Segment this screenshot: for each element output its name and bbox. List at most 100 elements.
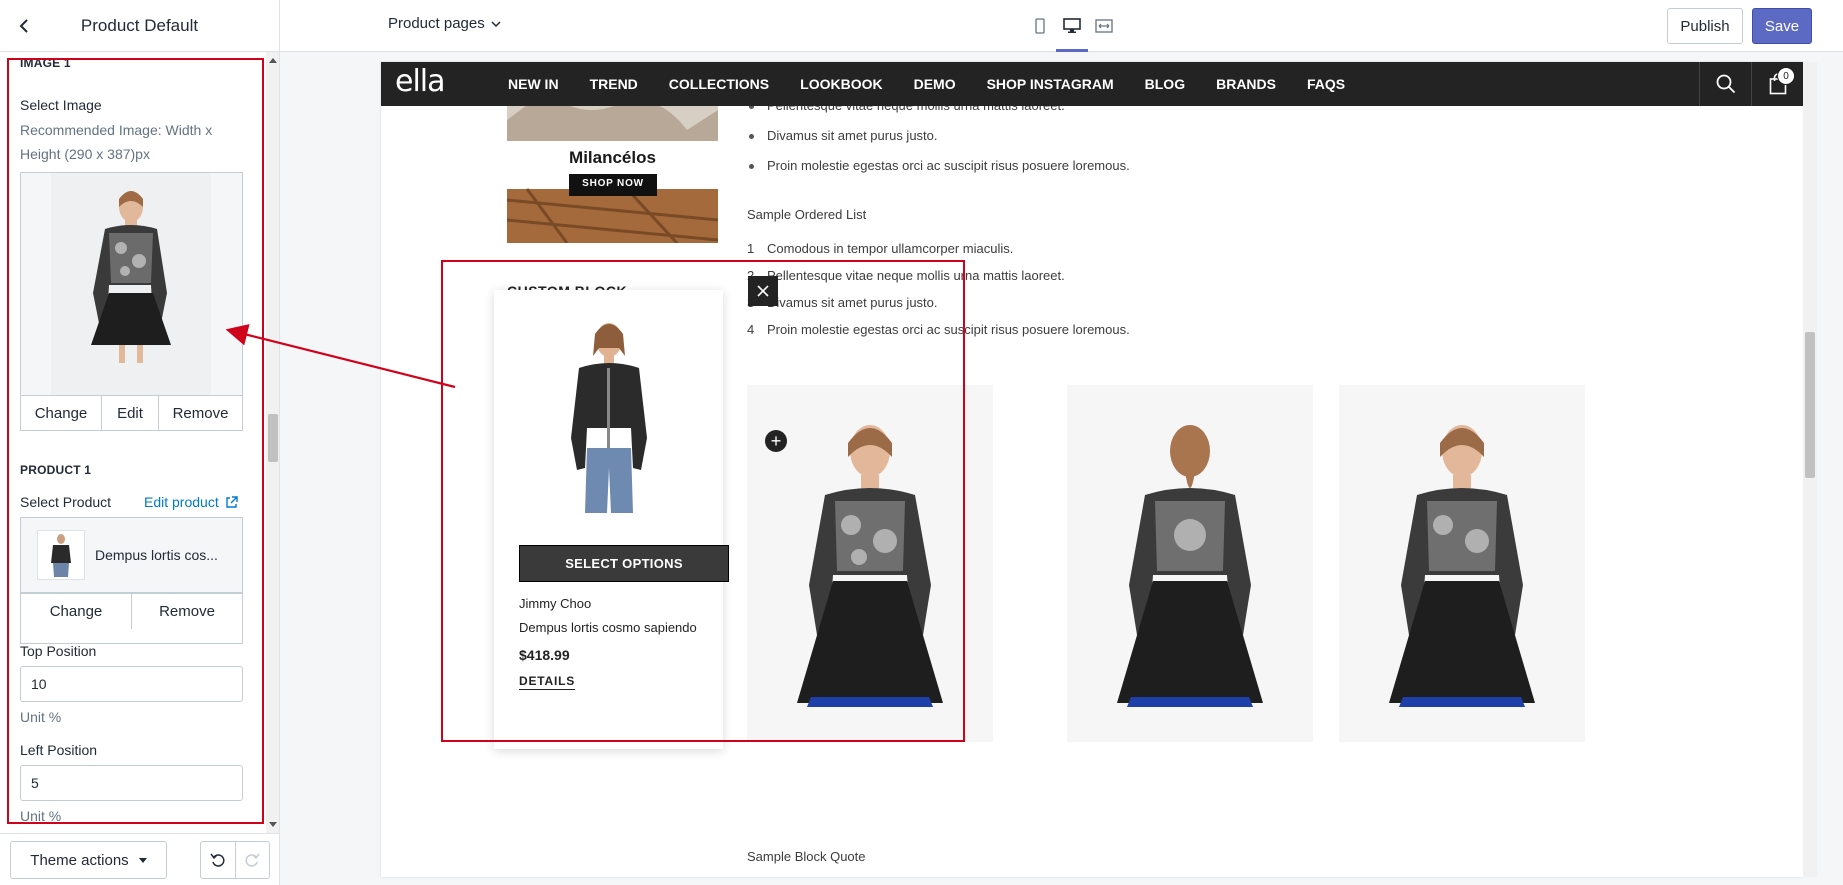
banner-cta[interactable]: SHOP NOW xyxy=(569,178,657,189)
scroll-down-arrow[interactable] xyxy=(269,822,277,827)
image-help-text-2: Height (290 x 387)px xyxy=(20,146,150,162)
back-button[interactable] xyxy=(12,14,36,38)
redo-button[interactable] xyxy=(236,842,270,878)
nav-item-collections[interactable]: COLLECTIONS xyxy=(669,76,769,92)
ordered-item-text: Proin molestie egestas orci ac suscipit … xyxy=(767,322,1130,337)
remove-product-button[interactable]: Remove xyxy=(132,594,242,629)
ordered-item-num: 1 xyxy=(747,241,755,256)
product-vendor: Jimmy Choo xyxy=(519,596,592,611)
page-type-selector[interactable]: Product pages xyxy=(388,15,501,32)
product-title[interactable]: Dempus lortis cosmo sapiendo xyxy=(519,620,697,635)
ordered-item-text: Pellentesque vitae neque mollis urna mat… xyxy=(767,268,1065,283)
banner-image[interactable]: Milancélos SHOP NOW xyxy=(507,90,718,243)
nav-item-blog[interactable]: BLOG xyxy=(1145,76,1185,92)
bullet-item-2: Divamus sit amet purus justo. xyxy=(747,128,938,143)
model-image xyxy=(51,173,211,395)
store-preview: Milancélos SHOP NOW Pellentesque vitae n… xyxy=(381,62,1803,877)
sidebar-footer: Theme actions xyxy=(0,833,280,885)
image-preview[interactable] xyxy=(20,172,243,396)
ordered-list-heading: Sample Ordered List xyxy=(747,207,867,222)
top-bar: Product Default Product pages Publish Sa… xyxy=(0,0,1843,52)
select-product-label: Select Product xyxy=(20,494,112,510)
store-logo[interactable]: ella xyxy=(395,64,446,99)
sidebar-content: IMAGE 1 Select Image Recommended Image: … xyxy=(0,52,266,833)
edit-image-button[interactable]: Edit xyxy=(102,396,159,430)
redo-icon xyxy=(245,853,260,867)
nav-item-lookbook[interactable]: LOOKBOOK xyxy=(800,76,882,92)
image-section-heading: IMAGE 1 xyxy=(20,56,71,70)
selected-product-info: Dempus lortis cos... xyxy=(21,518,242,593)
banner-title: Milancélos xyxy=(569,148,656,167)
ordered-item-1: 1 Comodous in tempor ullamcorper miaculis… xyxy=(747,241,1013,256)
image-actions: Change Edit Remove xyxy=(20,395,243,431)
theme-actions-label: Theme actions xyxy=(30,851,129,869)
full-width-view-button[interactable] xyxy=(1094,0,1114,52)
top-position-input[interactable] xyxy=(20,666,243,702)
product-model-image xyxy=(571,323,647,513)
sidebar-scroll-thumb[interactable] xyxy=(268,414,278,462)
search-button[interactable] xyxy=(1699,62,1751,106)
product-thumbnail xyxy=(37,530,85,580)
image-help-text-1: Recommended Image: Width x xyxy=(20,122,213,138)
sidebar-header: Product Default xyxy=(0,0,280,52)
left-position-input[interactable] xyxy=(20,765,243,801)
chevron-left-icon xyxy=(19,19,28,33)
scroll-up-arrow[interactable] xyxy=(269,58,277,63)
ordered-item-2: 2Pellentesque vitae neque mollis urna ma… xyxy=(747,268,1065,283)
product-popup: SELECT OPTIONS Jimmy Choo Dempus lortis … xyxy=(494,290,729,749)
sidebar-scrollbar[interactable] xyxy=(266,52,279,833)
model-front-image xyxy=(1389,425,1535,707)
nav-item-new-in[interactable]: NEW IN xyxy=(508,76,559,92)
nav-item-brands[interactable]: BRANDS xyxy=(1216,76,1276,92)
page-type-label: Product pages xyxy=(388,15,485,32)
save-button[interactable]: Save xyxy=(1752,8,1812,44)
bullet-item-3: Proin molestie egestas orci ac suscipit … xyxy=(747,158,1130,173)
selected-product-card: Dempus lortis cos... Change Remove xyxy=(20,517,243,644)
chevron-down-icon xyxy=(491,20,501,27)
close-icon xyxy=(757,285,769,297)
nav-actions: 0 xyxy=(1699,62,1803,106)
nav-item-faqs[interactable]: FAQS xyxy=(1307,76,1345,92)
details-link[interactable]: DETAILS xyxy=(519,674,576,690)
nav-menu: NEW IN TREND COLLECTIONS LOOKBOOK DEMO S… xyxy=(508,62,1376,106)
left-position-label: Left Position xyxy=(20,742,98,758)
lookbook-image-2[interactable] xyxy=(1067,385,1313,742)
ordered-item-text: Divamus sit amet purus justo. xyxy=(767,295,938,310)
caret-down-icon xyxy=(138,857,147,863)
undo-button[interactable] xyxy=(201,842,236,878)
preview-scrollbar[interactable] xyxy=(1803,62,1817,877)
ordered-item-4: 4 Proin molestie egestas orci ac suscipit… xyxy=(747,322,1130,337)
desktop-view-button[interactable] xyxy=(1056,0,1088,52)
change-product-button[interactable]: Change xyxy=(21,594,132,629)
fullscreen-icon xyxy=(1095,19,1113,33)
edit-product-label: Edit product xyxy=(144,494,219,510)
lookbook-image-3[interactable] xyxy=(1339,385,1585,742)
model-back-image xyxy=(1117,425,1263,707)
undo-redo-group xyxy=(200,841,270,879)
preview-scroll-thumb[interactable] xyxy=(1805,332,1815,478)
ordered-item-num: 4 xyxy=(747,322,755,337)
cart-button[interactable]: 0 xyxy=(1751,62,1803,106)
nav-item-trend[interactable]: TREND xyxy=(590,76,638,92)
product-hotspot-button[interactable]: + xyxy=(765,430,787,452)
remove-image-button[interactable]: Remove xyxy=(159,396,242,430)
ordered-item-text: Comodous in tempor ullamcorper miaculis. xyxy=(767,241,1014,256)
settings-sidebar: IMAGE 1 Select Image Recommended Image: … xyxy=(0,52,280,833)
publish-button[interactable]: Publish xyxy=(1667,8,1743,44)
nav-item-demo[interactable]: DEMO xyxy=(914,76,956,92)
mobile-view-button[interactable] xyxy=(1030,0,1050,52)
theme-actions-button[interactable]: Theme actions xyxy=(10,841,167,879)
device-switcher xyxy=(1030,0,1114,52)
top-position-unit: Unit % xyxy=(20,709,62,725)
edit-product-link[interactable]: Edit product xyxy=(144,494,238,510)
search-icon xyxy=(1716,74,1735,94)
popup-close-button[interactable] xyxy=(748,276,778,306)
left-position-unit: Unit % xyxy=(20,808,62,824)
external-link-icon xyxy=(226,495,238,508)
nav-item-shop-instagram[interactable]: SHOP INSTAGRAM xyxy=(987,76,1114,92)
change-image-button[interactable]: Change xyxy=(21,396,102,430)
mobile-icon xyxy=(1035,18,1045,34)
select-options-button[interactable]: SELECT OPTIONS xyxy=(519,545,729,582)
select-image-label: Select Image xyxy=(20,97,102,113)
sidebar-title: Product Default xyxy=(80,16,199,35)
